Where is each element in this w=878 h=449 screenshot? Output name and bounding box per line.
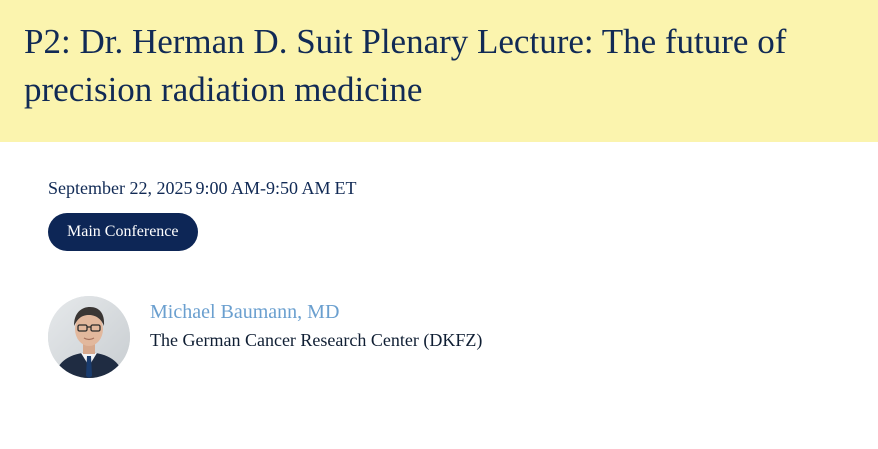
session-date: September 22, 2025 [48,178,193,198]
speaker-organization: The German Cancer Research Center (DKFZ) [150,330,483,350]
session-datetime: September 22, 2025 9:00 AM-9:50 AM ET [48,176,357,200]
session-time: 9:00 AM-9:50 AM [195,178,331,198]
session-title: P2: Dr. Herman D. Suit Plenary Lecture: … [24,22,787,109]
session-timezone: ET [334,178,357,198]
session-title-banner: P2: Dr. Herman D. Suit Plenary Lecture: … [0,0,878,142]
speaker-name-link[interactable]: Michael Baumann, MD [150,299,339,325]
speaker-photo [48,296,130,378]
speaker-avatar[interactable] [48,296,130,378]
track-badge-main-conference[interactable]: Main Conference [48,213,198,251]
